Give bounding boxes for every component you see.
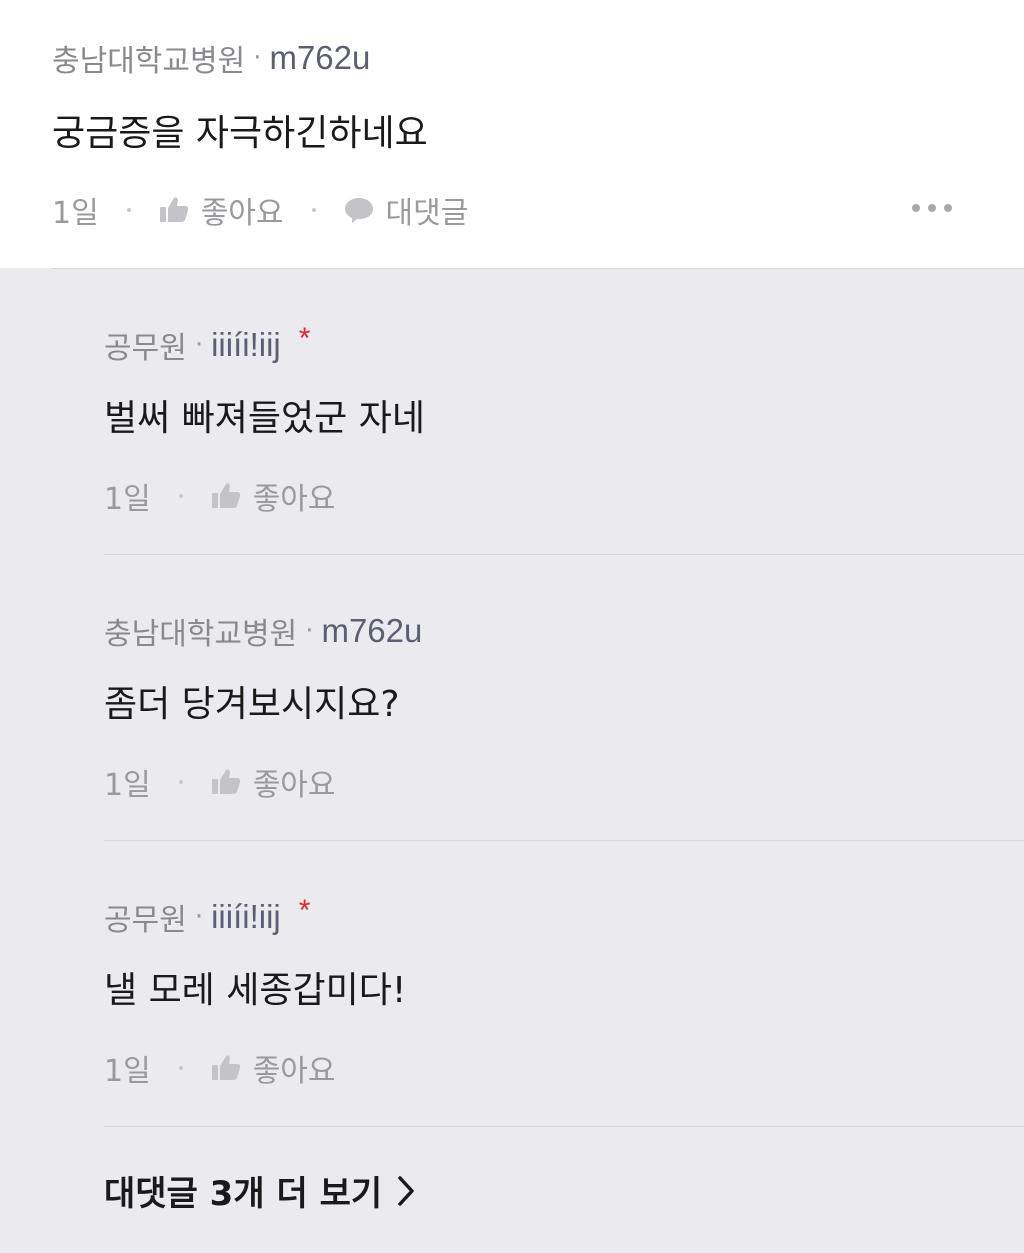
- like-button[interactable]: 좋아요: [211, 1046, 336, 1090]
- more-dots-icon: [912, 204, 920, 212]
- reply-label: 대댓글: [385, 196, 469, 231]
- reply-time: 1일: [104, 1054, 151, 1089]
- more-dot: [944, 204, 952, 212]
- author-nick: m762u: [321, 612, 423, 649]
- author-org: 공무원: [104, 903, 187, 938]
- reply-author[interactable]: 공무원 · iiiíi!iij *: [104, 322, 311, 367]
- meta-separator: [178, 1066, 183, 1070]
- reply-meta: 1일 좋아요: [104, 474, 336, 518]
- reply-time: 1일: [104, 482, 151, 517]
- more-options-button[interactable]: [912, 204, 952, 212]
- comment-time: 1일: [52, 196, 99, 231]
- divider: [104, 1126, 1024, 1127]
- main-comment: 충남대학교병원 · m762u 궁금증을 자극하긴하네요 1일 좋아요 대댓글: [0, 0, 1024, 268]
- comment-author[interactable]: 충남대학교병원 · m762u: [52, 36, 370, 80]
- comment-meta: 1일 좋아요 대댓글: [52, 188, 468, 232]
- comment-text: 궁금증을 자극하긴하네요: [52, 113, 428, 154]
- author-separator: ·: [194, 330, 204, 360]
- reply-item: 공무원 · iiiíi!iij * 낼 모레 세종갑미다! 1일 좋아요: [104, 841, 1024, 1127]
- author-separator: ·: [253, 43, 262, 73]
- more-replies-link[interactable]: 대댓글 3개 더 보기: [104, 1166, 416, 1215]
- author-org: 충남대학교병원: [52, 44, 246, 79]
- reply-item: 충남대학교병원 · m762u 좀더 당겨보시지요? 1일 좋아요: [104, 555, 1024, 841]
- reply-author[interactable]: 충남대학교병원 · m762u: [104, 609, 422, 653]
- thumbs-up-icon: [159, 197, 188, 222]
- meta-separator: [311, 208, 316, 212]
- meta-separator: [178, 780, 183, 784]
- speech-bubble-icon: [344, 198, 373, 223]
- author-star: *: [298, 894, 311, 927]
- author-nick: iiiíi!iij: [211, 326, 281, 363]
- author-org: 공무원: [104, 331, 187, 366]
- author-org: 충남대학교병원: [104, 617, 298, 652]
- more-replies-label: 대댓글 3개 더 보기: [104, 1174, 383, 1214]
- reply-button[interactable]: 대댓글: [344, 188, 469, 232]
- reply-meta: 1일 좋아요: [104, 760, 336, 804]
- author-separator: ·: [194, 902, 204, 932]
- author-star: *: [298, 322, 311, 355]
- like-label: 좋아요: [200, 196, 284, 231]
- author-nick: iiiíi!iij: [211, 898, 281, 935]
- thumbs-up-icon: [211, 769, 240, 794]
- reply-meta: 1일 좋아요: [104, 1046, 336, 1090]
- meta-separator: [126, 208, 131, 212]
- like-button[interactable]: 좋아요: [159, 188, 284, 232]
- more-dot: [928, 204, 936, 212]
- thumbs-up-icon: [211, 1055, 240, 1080]
- like-label: 좋아요: [252, 1054, 336, 1089]
- like-button[interactable]: 좋아요: [211, 760, 336, 804]
- author-separator: ·: [305, 616, 314, 646]
- author-nick: m762u: [269, 39, 371, 76]
- like-label: 좋아요: [252, 768, 336, 803]
- reply-time: 1일: [104, 768, 151, 803]
- like-button[interactable]: 좋아요: [211, 474, 336, 518]
- reply-author[interactable]: 공무원 · iiiíi!iij *: [104, 894, 311, 939]
- thumbs-up-icon: [211, 483, 240, 508]
- reply-text: 벌써 빠져들었군 자네: [104, 398, 425, 439]
- reply-text: 낼 모레 세종갑미다!: [104, 970, 407, 1011]
- reply-item: 공무원 · iiiíi!iij * 벌써 빠져들었군 자네 1일 좋아요: [104, 269, 1024, 555]
- meta-separator: [178, 494, 183, 498]
- like-label: 좋아요: [252, 482, 336, 517]
- reply-text: 좀더 당겨보시지요?: [104, 684, 400, 725]
- chevron-right-icon: [398, 1175, 414, 1206]
